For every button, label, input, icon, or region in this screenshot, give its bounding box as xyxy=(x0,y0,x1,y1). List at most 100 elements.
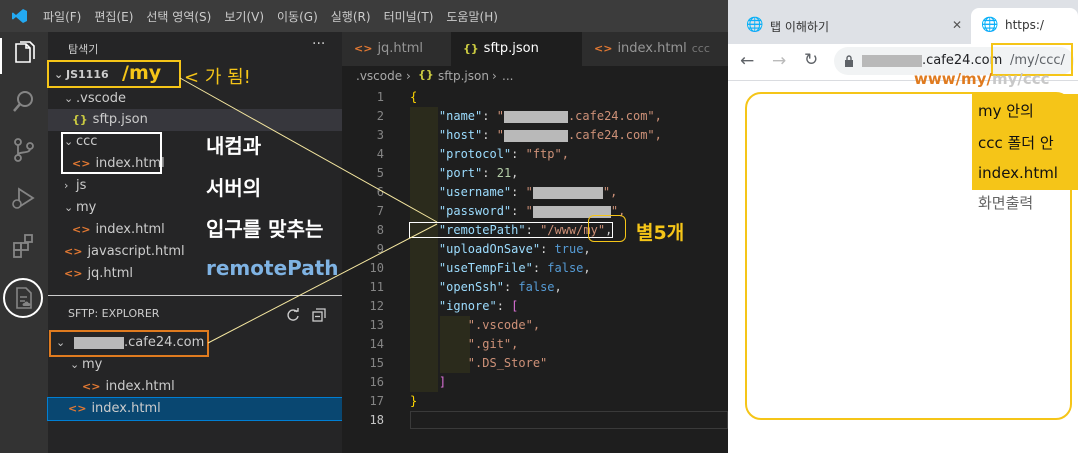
code-line: "ignore": [ xyxy=(438,299,519,313)
sftp-file-my-index[interactable]: <> index.html xyxy=(82,376,175,398)
sftp-folder-my[interactable]: ⌄ my xyxy=(70,354,102,376)
sftp-icon[interactable] xyxy=(10,284,38,312)
line-number: 1 xyxy=(376,90,384,104)
line-number: 3 xyxy=(376,128,384,142)
vscode-logo-icon xyxy=(12,9,27,23)
line-number: 5 xyxy=(376,166,384,180)
close-icon[interactable]: ✕ xyxy=(952,18,962,32)
json-file-icon: {} xyxy=(72,113,88,126)
globe-icon: 🌐 xyxy=(981,17,999,33)
code-line: } xyxy=(410,394,418,408)
code-line: "username": " ", xyxy=(438,185,618,199)
menu-run[interactable]: 실행(R) xyxy=(331,8,371,25)
line-number: 18 xyxy=(369,413,384,427)
line-number: 7 xyxy=(376,204,384,218)
json-file-icon: {} xyxy=(463,42,479,55)
back-icon[interactable]: ← xyxy=(740,51,754,71)
menu-terminal[interactable]: 터미널(T) xyxy=(384,8,434,25)
search-icon[interactable] xyxy=(10,88,38,116)
forward-icon[interactable]: → xyxy=(772,51,786,71)
source-control-icon[interactable] xyxy=(10,136,38,164)
screen-output-text: 화면출력 xyxy=(978,194,1034,212)
reload-icon[interactable]: ↻ xyxy=(804,50,818,70)
code-line: ".vscode", xyxy=(467,318,541,332)
code-line: ".DS_Store" xyxy=(467,356,548,370)
my-label: /my xyxy=(122,62,162,84)
chevron-right-icon: › xyxy=(64,179,69,192)
remotepath-label: remotePath xyxy=(206,256,339,280)
extensions-icon[interactable] xyxy=(10,232,38,260)
chevron-down-icon: ⌄ xyxy=(64,92,74,105)
folder-js[interactable]: › js xyxy=(64,175,86,197)
code-line: "port": 21, xyxy=(438,166,519,180)
code-line: "useTempFile": false, xyxy=(438,261,591,275)
code-line: "protocol": "ftp", xyxy=(438,147,569,161)
explorer-title: 탐색기 xyxy=(68,43,99,56)
file-sftp-json[interactable]: {} sftp.json xyxy=(72,109,148,131)
browser-tab-2[interactable]: 🌐 https:/ xyxy=(971,8,1078,44)
breadcrumb-file[interactable]: sftp.json xyxy=(438,69,489,83)
menu-go[interactable]: 이동(G) xyxy=(277,8,318,25)
json-file-icon: {} xyxy=(418,68,434,81)
html-file-icon: <> xyxy=(594,42,613,55)
editor-tabs: <>jq.html {}sftp.json✕ <>index.htmlccc xyxy=(342,32,740,66)
menu-selection[interactable]: 선택 영역(S) xyxy=(146,8,211,25)
tab-sftp-json[interactable]: {}sftp.json✕ xyxy=(451,32,593,66)
breadcrumb-folder[interactable]: .vscode xyxy=(356,69,402,83)
line-number: 8 xyxy=(376,223,384,237)
line-number: 2 xyxy=(376,109,384,123)
www-path-label: www/my/my/ccc xyxy=(914,70,1050,88)
menu-file[interactable]: 파일(F) xyxy=(43,8,81,25)
my-path-highlight xyxy=(588,215,626,242)
chevron-right-icon: › xyxy=(492,69,497,83)
file-javascript-html[interactable]: <> javascript.html xyxy=(64,241,185,263)
html-file-icon: <> xyxy=(72,223,91,236)
menu-edit[interactable]: 편집(E) xyxy=(94,8,133,25)
file-my-index-html[interactable]: <> index.html xyxy=(72,219,165,241)
browser-window: 🌐 탭 이해하기 ✕ 🌐 https:/ ← → ↻ .cafe24.com /… xyxy=(728,0,1078,453)
folder-my[interactable]: ⌄ my xyxy=(64,197,96,219)
html-file-icon: <> xyxy=(82,380,101,393)
menu-help[interactable]: 도움말(H) xyxy=(446,8,498,25)
box-line-2: ccc 폴더 안 xyxy=(978,134,1054,152)
redacted-domain xyxy=(862,55,922,67)
collapse-all-icon[interactable] xyxy=(312,308,326,322)
annotation-line-3: 입구를 맞추는 xyxy=(206,217,324,241)
file-jq-html[interactable]: <> jq.html xyxy=(64,263,133,285)
title-bar: 파일(F) 편집(E) 선택 영역(S) 보기(V) 이동(G) 실행(R) 터… xyxy=(0,0,728,32)
explorer-icon[interactable] xyxy=(10,40,38,68)
breadcrumb: .vscode › {} sftp.json › ... xyxy=(342,66,728,88)
code-line: "name": " .cafe24.com", xyxy=(438,109,662,123)
annotation-line-1: 내컴과 xyxy=(206,134,262,158)
line-number: 15 xyxy=(369,356,384,370)
code-line: ".git", xyxy=(467,337,519,351)
section-divider xyxy=(48,295,342,296)
tab-jq-html[interactable]: <> jq.html xyxy=(342,32,462,66)
lock-icon xyxy=(845,55,853,67)
line-number: 9 xyxy=(376,242,384,256)
folder-vscode[interactable]: ⌄ .vscode xyxy=(64,88,126,110)
sftp-file-index[interactable]: <> index.html xyxy=(68,398,161,420)
line-number: 17 xyxy=(369,394,384,408)
run-debug-icon[interactable] xyxy=(10,184,38,212)
line-number: 6 xyxy=(376,185,384,199)
html-file-icon: <> xyxy=(354,42,373,55)
code-editor[interactable]: 1 2 3 4 5 6 7 8 9 10 11 12 13 14 15 16 1… xyxy=(342,88,728,453)
browser-tab-1[interactable]: 🌐 탭 이해하기 ✕ xyxy=(738,8,968,44)
html-file-icon: <> xyxy=(64,267,83,280)
line-number: 16 xyxy=(369,375,384,389)
code-line: "uploadOnSave": true, xyxy=(438,242,591,256)
chevron-down-icon: ⌄ xyxy=(70,358,80,371)
chevron-down-icon: ⌄ xyxy=(64,201,74,214)
tab-index-html[interactable]: <> index.html ccc xyxy=(582,32,740,66)
more-actions-icon[interactable]: ··· xyxy=(312,36,325,52)
refresh-icon[interactable] xyxy=(286,308,300,322)
menu-view[interactable]: 보기(V) xyxy=(224,8,264,25)
line-number: 11 xyxy=(369,280,384,294)
line-number: 10 xyxy=(369,261,384,275)
breadcrumb-rest: ... xyxy=(502,69,514,83)
code-line: ] xyxy=(438,375,447,389)
line-number: 4 xyxy=(376,147,384,161)
code-line-remotepath: "remotePath": "/www/my", xyxy=(408,222,614,238)
line-number: 13 xyxy=(369,318,384,332)
